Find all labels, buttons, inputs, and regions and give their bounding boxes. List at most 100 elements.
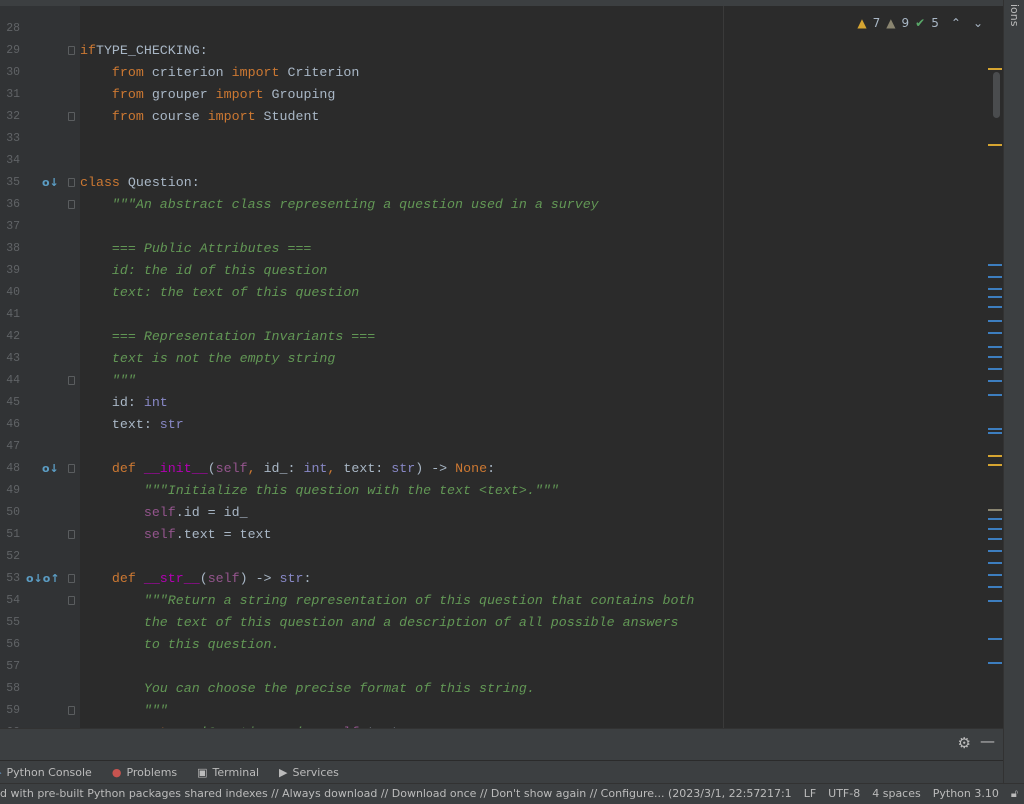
error-stripe-marker[interactable]	[988, 356, 1002, 358]
fold-marker-icon[interactable]	[68, 112, 75, 121]
override-gutter-icon[interactable]: o↓o↑	[26, 568, 60, 590]
error-stripe-marker[interactable]	[988, 428, 1002, 430]
code-line[interactable]: 54 """Return a string representation of …	[0, 590, 720, 612]
fold-marker-icon[interactable]	[68, 200, 75, 209]
right-tool-window-label[interactable]: ions	[1008, 4, 1021, 27]
python-interpreter[interactable]: Python 3.10	[933, 784, 999, 804]
override-gutter-icon[interactable]: o↓	[42, 458, 59, 480]
code-line[interactable]: 56 to this question.	[0, 634, 720, 656]
code-line[interactable]: 48 o↓ def __init__(self, id_: int, text: …	[0, 458, 720, 480]
code-line[interactable]: 34	[0, 150, 720, 172]
error-stripe-marker[interactable]	[988, 509, 1002, 511]
error-stripe-marker[interactable]	[988, 288, 1002, 290]
code-line[interactable]: 59 """	[0, 700, 720, 722]
line-number: 55	[6, 616, 20, 629]
error-stripe-marker[interactable]	[988, 550, 1002, 552]
code-line[interactable]: 37	[0, 216, 720, 238]
code-line[interactable]: 44 """	[0, 370, 720, 392]
code-line[interactable]: 47	[0, 436, 720, 458]
typo-check-icon: ✔	[915, 16, 926, 30]
code-line[interactable]: 55 the text of this question and a descr…	[0, 612, 720, 634]
code-line[interactable]: 41	[0, 304, 720, 326]
minimize-icon[interactable]: —	[980, 732, 995, 750]
code-line[interactable]: 28	[0, 18, 720, 40]
code-line[interactable]: 50 self.id = id_	[0, 502, 720, 524]
code-text: """Return a string representation of thi…	[80, 590, 695, 612]
code-line[interactable]: 36 """An abstract class representing a q…	[0, 194, 720, 216]
error-stripe-marker[interactable]	[988, 574, 1002, 576]
status-message[interactable]: d with pre-built Python packages shared …	[0, 784, 760, 804]
code-token: def	[111, 461, 144, 476]
code-line[interactable]: 42 === Representation Invariants ===	[0, 326, 720, 348]
code-line[interactable]: 33	[0, 128, 720, 150]
indent-setting[interactable]: 4 spaces	[872, 784, 921, 804]
code-line[interactable]: 29 ifTYPE_CHECKING:	[0, 40, 720, 62]
code-line[interactable]: 30 from criterion import Criterion	[0, 62, 720, 84]
fold-marker-icon[interactable]	[68, 706, 75, 715]
error-stripe-marker[interactable]	[988, 306, 1002, 308]
settings-gear-icon[interactable]: ⚙	[958, 734, 971, 752]
error-stripe-marker[interactable]	[988, 432, 1002, 434]
code-line[interactable]: 53 o↓o↑ def __str__(self) -> str:	[0, 568, 720, 590]
override-gutter-icon[interactable]: o↓	[42, 172, 59, 194]
error-stripe-marker[interactable]	[988, 518, 1002, 520]
error-stripe-marker[interactable]	[988, 264, 1002, 266]
error-stripe-marker[interactable]	[988, 346, 1002, 348]
error-stripe-marker[interactable]	[988, 380, 1002, 382]
error-stripe-marker[interactable]	[988, 332, 1002, 334]
code-line[interactable]: 52	[0, 546, 720, 568]
error-stripe-marker[interactable]	[988, 528, 1002, 530]
code-line[interactable]: 51 self.text = text	[0, 524, 720, 546]
code-line[interactable]: 57	[0, 656, 720, 678]
error-stripe-marker[interactable]	[988, 368, 1002, 370]
code-line[interactable]: 32 from course import Student	[0, 106, 720, 128]
caret-position[interactable]: 217:1	[760, 784, 792, 804]
fold-marker-icon[interactable]	[68, 178, 75, 187]
error-stripe-marker[interactable]	[988, 276, 1002, 278]
error-stripe-marker[interactable]	[988, 662, 1002, 664]
inspection-widget[interactable]: ▲ 7 ▲ 9 ✔ 5 ⌃ ⌄	[857, 16, 983, 30]
error-stripe-marker[interactable]	[988, 638, 1002, 640]
error-stripe-marker[interactable]	[988, 562, 1002, 564]
fold-marker-icon[interactable]	[68, 376, 75, 385]
error-stripe-marker[interactable]	[988, 464, 1002, 466]
tab-services[interactable]: ▶ Services	[279, 766, 339, 779]
code-token: === Representation Invariants ===	[80, 329, 376, 344]
fold-marker-icon[interactable]	[68, 530, 75, 539]
error-stripe-marker[interactable]	[988, 394, 1002, 396]
fold-marker-icon[interactable]	[68, 46, 75, 55]
lock-icon[interactable]: 🔓︎	[1011, 784, 1018, 804]
line-separator[interactable]: LF	[804, 784, 816, 804]
error-stripe-marker[interactable]	[988, 538, 1002, 540]
code-line[interactable]: 31 from grouper import Grouping	[0, 84, 720, 106]
code-line[interactable]: 46 text: str	[0, 414, 720, 436]
code-line[interactable]: 39 id: the id of this question	[0, 260, 720, 282]
error-stripe-marker[interactable]	[988, 586, 1002, 588]
fold-marker-icon[interactable]	[68, 464, 75, 473]
error-stripe-marker[interactable]	[988, 68, 1002, 70]
code-line[interactable]: 38 === Public Attributes ===	[0, 238, 720, 260]
code-line[interactable]: 45 id: int	[0, 392, 720, 414]
code-editor[interactable]: 28 29 ifTYPE_CHECKING: 30 from criterion im…	[0, 6, 1003, 728]
error-stripe-marker[interactable]	[988, 600, 1002, 602]
fold-marker-icon[interactable]	[68, 596, 75, 605]
previous-highlight-button[interactable]: ⌃	[951, 16, 961, 30]
code-token: """Initialize this question with the tex…	[80, 483, 559, 498]
error-stripe-marker[interactable]	[988, 296, 1002, 298]
next-highlight-button[interactable]: ⌄	[973, 16, 983, 30]
tab-terminal[interactable]: ▣ Terminal	[197, 766, 259, 779]
error-stripe-marker[interactable]	[988, 144, 1002, 146]
error-stripe-marker[interactable]	[988, 320, 1002, 322]
file-encoding[interactable]: UTF-8	[828, 784, 860, 804]
tab-problems[interactable]: ● Problems	[112, 766, 177, 779]
error-stripe-marker[interactable]	[988, 455, 1002, 457]
scrollbar-thumb[interactable]	[993, 72, 1000, 118]
line-number: 50	[6, 506, 20, 519]
code-line[interactable]: 35 o↓ class Question:	[0, 172, 720, 194]
code-line[interactable]: 49 """Initialize this question with the …	[0, 480, 720, 502]
tab-python-console[interactable]: ▸ Python Console	[0, 766, 92, 779]
code-line[interactable]: 43 text is not the empty string	[0, 348, 720, 370]
code-line[interactable]: 40 text: the text of this question	[0, 282, 720, 304]
code-line[interactable]: 58 You can choose the precise format of …	[0, 678, 720, 700]
fold-marker-icon[interactable]	[68, 574, 75, 583]
